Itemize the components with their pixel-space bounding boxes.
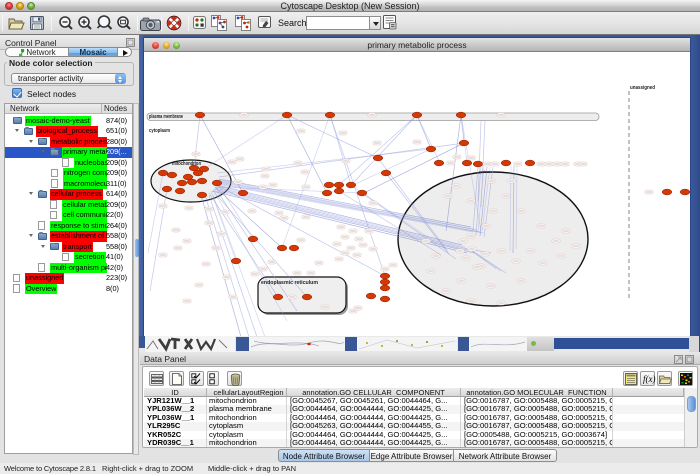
svg-text:plasma membrane: plasma membrane (149, 114, 183, 120)
svg-text:mitochondrion: mitochondrion (172, 161, 201, 167)
svg-text:unassigned: unassigned (630, 85, 655, 91)
svg-text:nucleus: nucleus (479, 169, 491, 174)
svg-text:cytoplasm: cytoplasm (149, 128, 170, 134)
svg-text:endoplasmic reticulum: endoplasmic reticulum (261, 280, 319, 286)
